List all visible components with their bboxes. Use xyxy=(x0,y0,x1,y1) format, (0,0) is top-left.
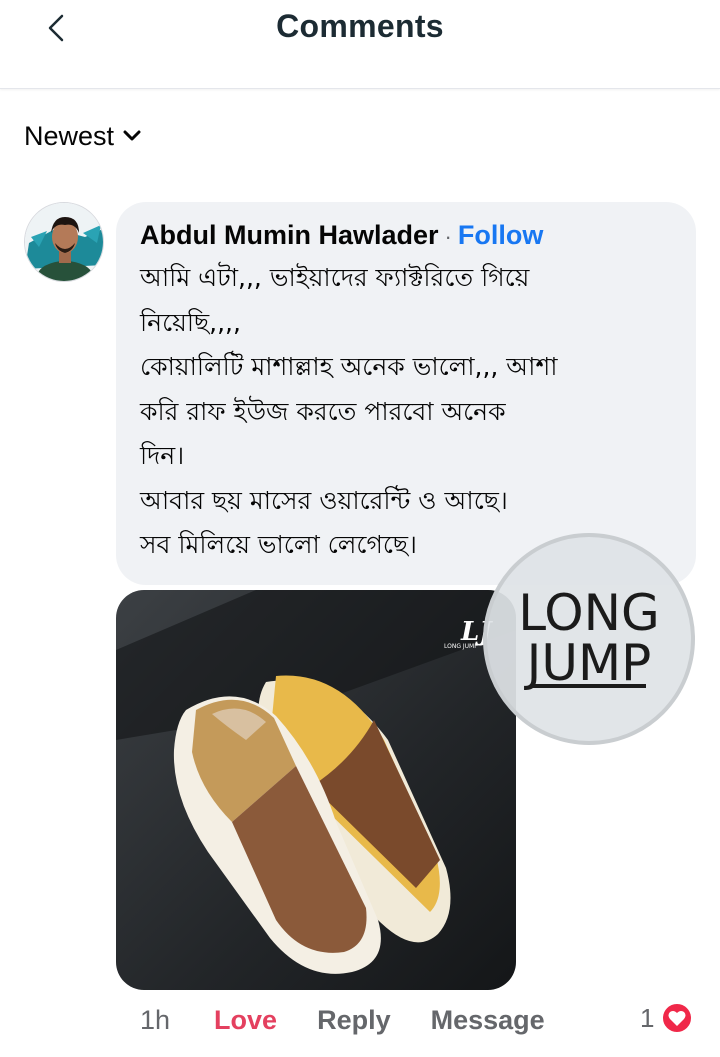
comment-text-line: করি রাফ ইউজ করতে পারবো অনেক xyxy=(140,396,506,426)
comment-photo[interactable]: LJ LONG JUMP xyxy=(116,590,516,990)
comment-text-line: দিন। xyxy=(140,441,185,470)
avatar[interactable] xyxy=(24,202,104,282)
author-name[interactable]: Abdul Mumin Hawlader xyxy=(140,220,439,250)
love-button[interactable]: Love xyxy=(214,1005,277,1036)
follow-button[interactable]: Follow xyxy=(458,220,543,250)
header-bar: Comments xyxy=(0,0,720,89)
comment-timestamp: 1h xyxy=(140,1004,171,1035)
reaction-summary[interactable]: 1 xyxy=(640,998,694,1038)
comment-text-line: নিয়েছি,,,, xyxy=(140,307,241,337)
comment-header: Abdul Mumin Hawlader · Follow xyxy=(140,216,672,256)
comment-text-line: আবার ছয় মাসের ওয়ারেন্টি ও আছে। xyxy=(140,485,508,515)
comment-text-line: কোয়ালিটি মাশাল্লাহ অনেক ভালো,,, আশা xyxy=(140,352,558,381)
heart-icon xyxy=(661,1002,694,1034)
photo-brand-caption: LONG JUMP xyxy=(444,643,478,650)
reply-button[interactable]: Reply xyxy=(317,1005,391,1036)
watermark-line2: JUMP xyxy=(524,634,652,692)
page-title: Comments xyxy=(276,8,444,44)
message-button[interactable]: Message xyxy=(431,1005,545,1036)
comment-bubble: Abdul Mumin Hawlader · Follow আমি এটা,,, ভ… xyxy=(116,202,696,585)
comment-actions: 1h Love Reply Message xyxy=(140,998,545,1042)
reaction-count: 1 xyxy=(640,1002,655,1033)
sort-dropdown[interactable]: Newest xyxy=(24,116,142,156)
sort-label: Newest xyxy=(24,120,115,151)
separator-dot: · xyxy=(444,224,452,249)
long-jump-watermark: LONG JUMP xyxy=(483,533,695,745)
comment-text-line: আমি এটা,,, ভাইয়াদের ফ্যাক্টরিতে গিয়ে xyxy=(140,263,530,292)
chevron-down-icon xyxy=(123,130,141,141)
